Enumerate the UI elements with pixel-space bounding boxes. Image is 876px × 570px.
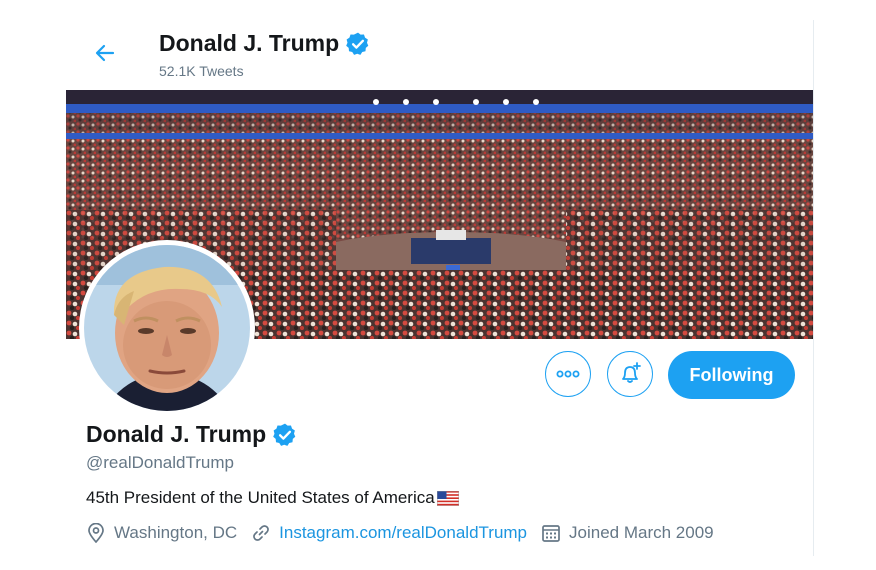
verified-badge-icon [345,31,371,57]
profile-handle: @realDonaldTrump [86,453,234,472]
back-button[interactable] [90,38,120,68]
arrow-left-icon [95,44,115,62]
more-options-button[interactable] [545,351,591,397]
profile-avatar[interactable] [79,240,255,416]
us-flag-icon [436,490,459,506]
bell-plus-icon [622,362,641,383]
joined-item: Joined March 2009 [541,523,714,543]
header-name-text: Donald J. Trump [159,30,340,56]
profile-page: Donald J. Trump 52.1K Tweets Following D… [0,0,876,570]
link-icon [251,523,271,543]
location-item: Washington, DC [86,523,237,543]
tweet-count: 52.1K Tweets [159,63,244,79]
location-pin-icon [86,523,106,543]
profile-meta: Washington, DC Instagram.com/realDonaldT… [86,523,728,543]
profile-header: Donald J. Trump 52.1K Tweets [66,0,813,90]
profile-bio: 45th President of the United States of A… [86,488,459,508]
verified-badge-icon [272,422,298,448]
website-link[interactable]: Instagram.com/realDonaldTrump [279,523,527,543]
bio-text: 45th President of the United States of A… [86,488,435,507]
profile-name-text: Donald J. Trump [86,421,267,447]
header-title: Donald J. Trump [159,30,371,57]
joined-text: Joined March 2009 [569,523,714,542]
calendar-icon [541,523,561,543]
column-border [813,20,814,556]
location-text: Washington, DC [114,523,238,542]
notifications-button[interactable] [607,351,653,397]
following-button[interactable]: Following [668,351,795,399]
profile-name: Donald J. Trump [86,421,298,448]
website-item: Instagram.com/realDonaldTrump [251,523,527,543]
more-options-icon [556,370,580,378]
avatar-image [84,245,250,411]
